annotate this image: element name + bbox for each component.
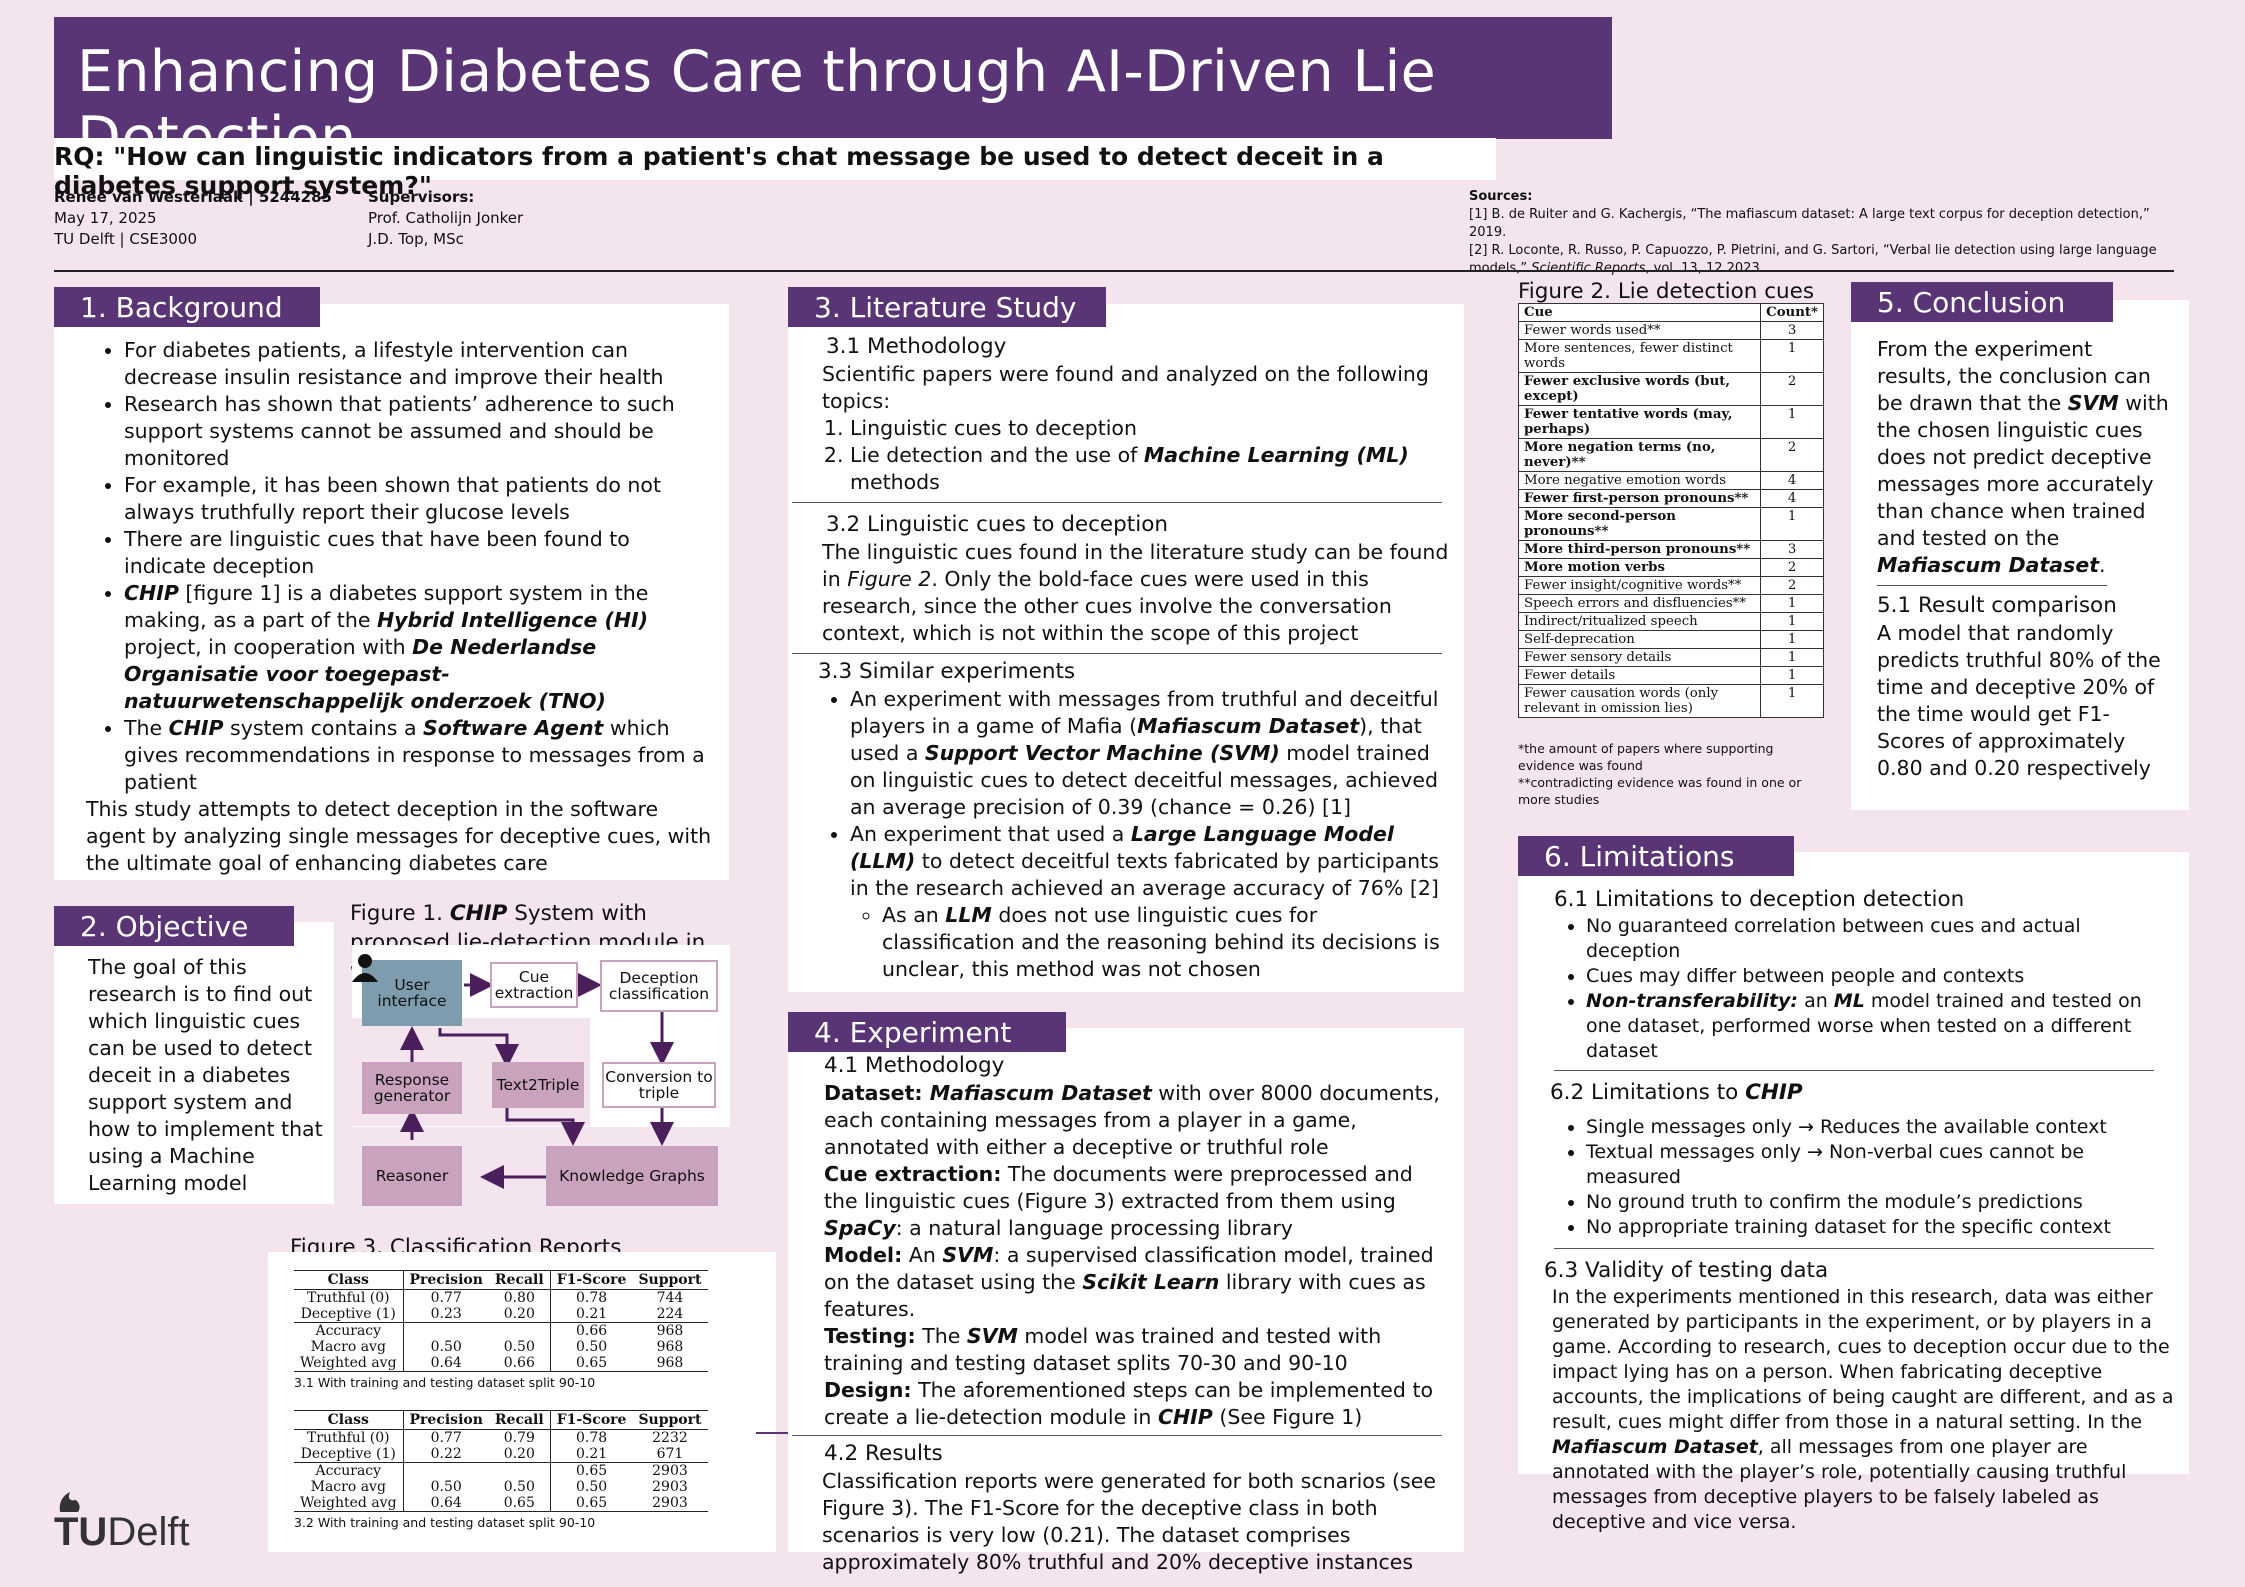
limitations-heading: 6. Limitations xyxy=(1518,836,1794,876)
table-row: Fewer insight/cognitive words** 2 xyxy=(1517,576,1824,595)
limitations-text: 6.1 Limitations to deception detection N… xyxy=(1518,876,2189,1535)
conclusion-text: From the experiment results, the conclus… xyxy=(1851,322,2189,782)
reasoner-box: Reasoner xyxy=(362,1146,462,1206)
table-row: More second-person pronouns** 1 xyxy=(1517,507,1824,541)
lit-sub-cues: 3.2 Linguistic cues to deception xyxy=(826,512,1168,537)
figure2-table-wrap: Cue Count* Fewer words used** 3 More senten… xyxy=(1517,303,1824,718)
lie-cues-table: Cue Count* Fewer words used** 3 More senten… xyxy=(1517,303,1824,718)
experiment-heading: 4. Experiment xyxy=(788,1012,1066,1052)
text2triple-box: Text2Triple xyxy=(492,1062,584,1108)
tudelft-logo: TUDelft xyxy=(54,1488,190,1555)
table2-caption: 3.2 With training and testing dataset sp… xyxy=(294,1515,596,1530)
table-row: Accuracy 0.65 2903 xyxy=(294,1462,708,1479)
objective-panel: 2. Objective The goal of this research i… xyxy=(54,906,334,1204)
supervisors-block: Supervisors: Prof. Catholijn Jonker J.D.… xyxy=(368,187,523,250)
flame-icon xyxy=(59,1492,80,1512)
table-row: Macro avg 0.50 0.50 0.50 968 xyxy=(294,1339,708,1355)
source-1: [1] B. de Ruiter and G. Kachergis, “The … xyxy=(1469,207,2150,240)
table-row: Weighted avg 0.64 0.66 0.65 968 xyxy=(294,1355,708,1372)
table-row: Fewer sensory details 1 xyxy=(1517,648,1824,667)
user-icon xyxy=(352,954,378,982)
table-row: Deceptive (1) 0.23 0.20 0.21 224 xyxy=(294,1306,708,1323)
experiment-text: 4.1 Methodology Dataset: Mafiascum Datas… xyxy=(788,1052,1464,1576)
author-block: Renee van Westerlaak | 5244285 May 17, 2… xyxy=(54,187,332,250)
conversion-to-triple-box: Conversion to triple xyxy=(602,1062,716,1108)
table-row: More negative emotion words 4 xyxy=(1517,471,1824,490)
supervisors-label: Supervisors: xyxy=(368,188,475,206)
table-row: Weighted avg 0.64 0.65 0.65 2903 xyxy=(294,1495,708,1512)
lit-sub-similar: 3.3 Similar experiments xyxy=(818,659,1076,684)
table1-caption: 3.1 With training and testing dataset sp… xyxy=(294,1375,596,1390)
literature-heading: 3. Literature Study xyxy=(788,287,1106,327)
objective-text: The goal of this research is to find out… xyxy=(88,955,323,1195)
table-row: More negation terms (no, never)** 2 xyxy=(1517,438,1824,472)
knowledge-graphs-box: Knowledge Graphs xyxy=(546,1146,718,1206)
supervisor-1: Prof. Catholijn Jonker xyxy=(368,209,524,227)
background-bullet: The CHIP system contains a Software Agen… xyxy=(124,715,716,796)
concl-sub-comparison: 5.1 Result comparison xyxy=(1877,593,2117,618)
limitations-panel: 6. Limitations 6.1 Limitations to decept… xyxy=(1518,836,2189,1533)
lim-sub-deception: 6.1 Limitations to deception detection xyxy=(1554,887,1965,912)
author-name: Renee van Westerlaak | 5244285 xyxy=(54,188,332,206)
literature-panel: 3. Literature Study 3.1 Methodology Scie… xyxy=(788,287,1464,992)
table-row: Self-deprecation 1 xyxy=(1517,630,1824,649)
poster-title: Enhancing Diabetes Care through AI-Drive… xyxy=(54,17,1612,171)
background-summary: This study attempts to detect deception … xyxy=(86,797,712,875)
conclusion-heading: 5. Conclusion xyxy=(1851,282,2113,322)
research-question: RQ: "How can linguistic indicators from … xyxy=(54,138,1496,200)
exp-sub-methodology: 4.1 Methodology xyxy=(824,1053,1005,1078)
table-row: Deceptive (1) 0.22 0.20 0.21 671 xyxy=(294,1446,708,1463)
literature-text: 3.1 Methodology Scientific papers were f… xyxy=(788,327,1464,983)
background-bullet: For example, it has been shown that pati… xyxy=(124,472,716,526)
classification-report-table: Class Precision Recall F1-Score Support … xyxy=(294,1270,708,1372)
background-bullet: CHIP [figure 1] is a diabetes support sy… xyxy=(124,580,716,715)
table-row: Indirect/ritualized speech 1 xyxy=(1517,612,1824,631)
table-row: Fewer details 1 xyxy=(1517,666,1824,685)
objective-heading: 2. Objective xyxy=(54,906,294,946)
source-2: [2] R. Loconte, R. Russo, P. Capuozzo, P… xyxy=(1469,243,2157,258)
conclusion-panel: 5. Conclusion From the experiment result… xyxy=(1851,282,2189,810)
background-heading: 1. Background xyxy=(54,287,320,327)
table-row: More third-person pronouns** 3 xyxy=(1517,540,1824,559)
table-row: Fewer causation words (only relevant in … xyxy=(1517,684,1824,718)
table-row: Fewer words used** 3 xyxy=(1517,321,1824,340)
table-row: More motion verbs 2 xyxy=(1517,558,1824,577)
background-panel: 1. Background For diabetes patients, a l… xyxy=(54,287,729,880)
table-row: Fewer tentative words (may, perhaps) 1 xyxy=(1517,405,1824,439)
sources-block: Sources: [1] B. de Ruiter and G. Kacherg… xyxy=(1469,188,2189,278)
table-row: Accuracy 0.66 968 xyxy=(294,1322,708,1339)
background-bullet: Research has shown that patients’ adhere… xyxy=(124,391,716,472)
background-bullet: There are linguistic cues that have been… xyxy=(124,526,716,580)
response-generator-box: Response generator xyxy=(362,1062,462,1114)
table-row: Truthful (0) 0.77 0.79 0.78 2232 xyxy=(294,1429,708,1446)
background-bullet: For diabetes patients, a lifestyle inter… xyxy=(124,337,716,391)
experiment-panel: 4. Experiment 4.1 Methodology Dataset: M… xyxy=(788,1012,1464,1574)
header-divider xyxy=(54,270,2174,272)
author-date: May 17, 2025 xyxy=(54,209,157,227)
lim-sub-chip: 6.2 Limitations to CHIP xyxy=(1550,1080,1803,1105)
cue-extraction-box: Cue extraction xyxy=(490,962,578,1008)
exp-sub-results: 4.2 Results xyxy=(824,1441,943,1466)
table-row: Macro avg 0.50 0.50 0.50 2903 xyxy=(294,1479,708,1495)
table-row: Fewer exclusive words (but, except) 2 xyxy=(1517,372,1824,406)
lit-sub-methodology: 3.1 Methodology xyxy=(826,334,1007,359)
supervisor-2: J.D. Top, MSc xyxy=(368,230,464,248)
lim-sub-validity: 6.3 Validity of testing data xyxy=(1544,1258,1829,1283)
background-text: For diabetes patients, a lifestyle inter… xyxy=(54,327,716,877)
sources-label: Sources: xyxy=(1469,189,1533,204)
figure2-notes: *the amount of papers where supporting e… xyxy=(1518,741,1802,807)
author-affiliation: TU Delft | CSE3000 xyxy=(54,230,197,248)
classification-report-table: Class Precision Recall F1-Score Support … xyxy=(294,1410,708,1512)
figure2-caption: Figure 2. Lie detection cues xyxy=(1518,279,1815,304)
table-row: Truthful (0) 0.77 0.80 0.78 744 xyxy=(294,1289,708,1306)
figure3-panel: Class Precision Recall F1-Score Support … xyxy=(268,1252,776,1552)
table-row: More sentences, fewer distinct words 1 xyxy=(1517,339,1824,373)
table-row: Speech errors and disfluencies** 1 xyxy=(1517,594,1824,613)
source-2-cont: models,” Scientific Reports, vol. 13, 12… xyxy=(1469,261,1764,276)
table-row: Fewer first-person pronouns** 4 xyxy=(1517,489,1824,508)
deception-classification-box: Deception classification xyxy=(600,960,718,1012)
